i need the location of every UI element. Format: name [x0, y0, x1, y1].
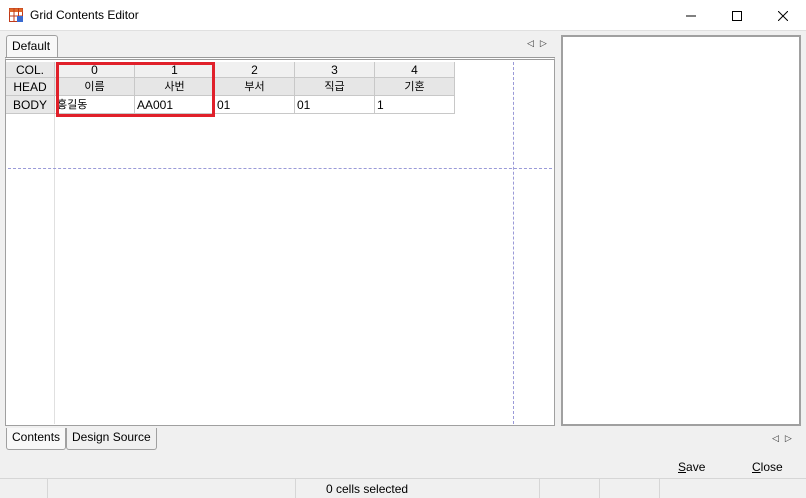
close-window-button[interactable] [760, 0, 806, 31]
column-number-2[interactable]: 2 [215, 62, 295, 78]
grid-app-icon [9, 8, 23, 22]
status-segment [600, 479, 660, 498]
body-cell-1[interactable]: AA001 [135, 96, 215, 114]
properties-panel[interactable] [561, 35, 801, 426]
body-cell-2[interactable]: 01 [215, 96, 295, 114]
save-button[interactable]: Save [678, 460, 705, 474]
status-segment [480, 479, 540, 498]
arrow-left-icon[interactable]: ◁ [772, 433, 779, 444]
grid-editor-panel[interactable]: COL. HEAD BODY 0 1 2 3 4 이름 사번 부서 직급 기혼 … [5, 57, 555, 426]
column-number-1[interactable]: 1 [135, 62, 215, 78]
selection-status: 0 cells selected [326, 482, 409, 496]
title-bar: Grid Contents Editor [0, 0, 806, 31]
head-cell-1[interactable]: 사번 [135, 78, 215, 96]
guide-line-vertical [513, 62, 514, 424]
tab-default[interactable]: Default [6, 35, 58, 57]
minimize-icon [686, 15, 696, 16]
column-number-0[interactable]: 0 [55, 62, 135, 78]
body-cell-3[interactable]: 01 [295, 96, 375, 114]
row-label-head: HEAD [6, 78, 55, 96]
body-cell-0[interactable]: 홍길동 [55, 96, 135, 114]
tab-scroll-arrows-top[interactable]: ◁ ▷ [527, 38, 547, 49]
arrow-right-icon[interactable]: ▷ [540, 38, 547, 49]
row-header-divider [54, 114, 55, 424]
row-label-body: BODY [6, 96, 55, 114]
close-mnemonic: C [752, 460, 761, 474]
tab-design-source[interactable]: Design Source [66, 428, 157, 450]
column-number-3[interactable]: 3 [295, 62, 375, 78]
status-segment [48, 479, 296, 498]
window-title: Grid Contents Editor [30, 8, 139, 22]
status-segment [540, 479, 600, 498]
head-cell-2[interactable]: 부서 [215, 78, 295, 96]
maximize-icon [732, 10, 742, 21]
close-icon [778, 10, 788, 21]
column-number-4[interactable]: 4 [375, 62, 455, 78]
maximize-button[interactable] [714, 0, 760, 31]
save-mnemonic: S [678, 460, 687, 474]
row-label-col: COL. [6, 62, 55, 78]
arrow-left-icon[interactable]: ◁ [527, 38, 534, 49]
tab-contents[interactable]: Contents [6, 428, 66, 450]
minimize-button[interactable] [668, 0, 714, 31]
head-cell-3[interactable]: 직급 [295, 78, 375, 96]
save-label-rest: ave [686, 460, 706, 474]
arrow-right-icon[interactable]: ▷ [785, 433, 792, 444]
head-cell-0[interactable]: 이름 [55, 78, 135, 96]
close-button[interactable]: Close [752, 460, 783, 474]
status-bar: 0 cells selected [0, 478, 806, 498]
close-label-rest: lose [760, 460, 783, 474]
body-cell-4[interactable]: 1 [375, 96, 455, 114]
guide-line-horizontal [8, 168, 552, 169]
status-segment [0, 479, 48, 498]
tab-scroll-arrows-bottom[interactable]: ◁ ▷ [772, 433, 792, 444]
head-cell-4[interactable]: 기혼 [375, 78, 455, 96]
